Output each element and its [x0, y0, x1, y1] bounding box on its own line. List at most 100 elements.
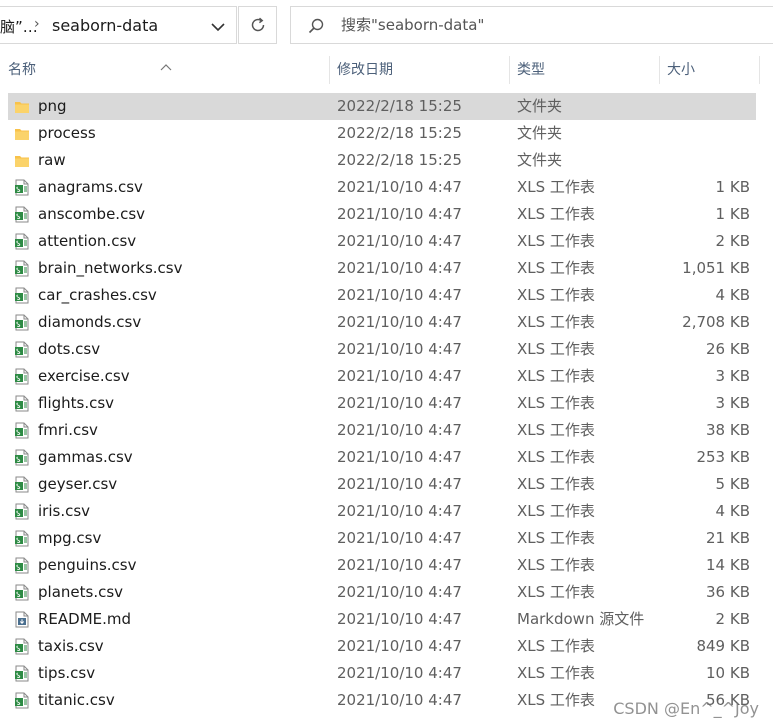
- file-row[interactable]: exercise.csv 2021/10/10 4:47 XLS 工作表 3 KB: [8, 363, 756, 390]
- file-row[interactable]: anscombe.csv 2021/10/10 4:47 XLS 工作表 1 KB: [8, 201, 756, 228]
- file-type: Markdown 源文件: [517, 610, 645, 628]
- file-name: geyser.csv: [38, 475, 118, 493]
- explorer-toolbar: 脑”… › seaborn-data: [0, 0, 773, 52]
- file-name: flights.csv: [38, 394, 115, 412]
- column-header-name[interactable]: 名称: [0, 52, 329, 88]
- file-name: tips.csv: [38, 664, 96, 682]
- file-modified-date: 2021/10/10 4:47: [337, 448, 462, 466]
- file-type: XLS 工作表: [517, 340, 595, 358]
- chevron-down-icon[interactable]: [210, 19, 226, 33]
- file-name: anagrams.csv: [38, 178, 143, 196]
- file-row[interactable]: raw 2022/2/18 15:25 文件夹: [8, 147, 756, 174]
- column-header-name-label: 名称: [8, 62, 36, 78]
- column-divider[interactable]: [759, 56, 760, 84]
- column-header-type[interactable]: 类型: [509, 52, 659, 88]
- refresh-button[interactable]: [238, 6, 277, 44]
- file-modified-date: 2021/10/10 4:47: [337, 664, 462, 682]
- csv-file-icon: [14, 692, 30, 709]
- csv-file-icon: [14, 665, 30, 682]
- file-size: 253 KB: [696, 448, 750, 466]
- file-size: 36 KB: [706, 583, 750, 601]
- file-size: 2 KB: [715, 610, 750, 628]
- file-row[interactable]: anagrams.csv 2021/10/10 4:47 XLS 工作表 1 KB: [8, 174, 756, 201]
- search-icon: [307, 17, 325, 35]
- search-input[interactable]: [341, 14, 741, 36]
- csv-file-icon: [14, 449, 30, 466]
- file-type: XLS 工作表: [517, 394, 595, 412]
- file-row[interactable]: planets.csv 2021/10/10 4:47 XLS 工作表 36 KB: [8, 579, 756, 606]
- csv-file-icon: [14, 422, 30, 439]
- file-name: fmri.csv: [38, 421, 98, 439]
- csv-file-icon: [14, 584, 30, 601]
- file-name: car_crashes.csv: [38, 286, 157, 304]
- file-size: 4 KB: [715, 502, 750, 520]
- file-row[interactable]: dots.csv 2021/10/10 4:47 XLS 工作表 26 KB: [8, 336, 756, 363]
- column-header-size-label: 大小: [667, 62, 695, 78]
- file-modified-date: 2022/2/18 15:25: [337, 151, 462, 169]
- file-row[interactable]: penguins.csv 2021/10/10 4:47 XLS 工作表 14 KB: [8, 552, 756, 579]
- csv-file-icon: [14, 368, 30, 385]
- file-type: 文件夹: [517, 151, 563, 169]
- csv-file-icon: [14, 530, 30, 547]
- file-row[interactable]: gammas.csv 2021/10/10 4:47 XLS 工作表 253 KB: [8, 444, 756, 471]
- breadcrumb-parent[interactable]: 脑”…: [0, 16, 38, 37]
- column-header-size[interactable]: 大小: [659, 52, 759, 88]
- search-box[interactable]: [290, 6, 773, 44]
- file-size: 3 KB: [715, 367, 750, 385]
- file-row[interactable]: flights.csv 2021/10/10 4:47 XLS 工作表 3 KB: [8, 390, 756, 417]
- file-row[interactable]: brain_networks.csv 2021/10/10 4:47 XLS 工作表…: [8, 255, 756, 282]
- file-name: raw: [38, 151, 66, 169]
- file-type: XLS 工作表: [517, 502, 595, 520]
- file-type: XLS 工作表: [517, 475, 595, 493]
- folder-icon: [14, 125, 30, 142]
- file-row[interactable]: README.md 2021/10/10 4:47 Markdown 源文件 2 KB: [8, 606, 756, 633]
- folder-icon: [14, 98, 30, 115]
- file-type: XLS 工作表: [517, 556, 595, 574]
- folder-icon: [14, 152, 30, 169]
- file-modified-date: 2021/10/10 4:47: [337, 610, 462, 628]
- file-size: 2,708 KB: [682, 313, 750, 331]
- file-type: XLS 工作表: [517, 691, 595, 709]
- file-row[interactable]: fmri.csv 2021/10/10 4:47 XLS 工作表 38 KB: [8, 417, 756, 444]
- file-type: XLS 工作表: [517, 286, 595, 304]
- file-type: XLS 工作表: [517, 448, 595, 466]
- file-modified-date: 2021/10/10 4:47: [337, 556, 462, 574]
- file-row[interactable]: process 2022/2/18 15:25 文件夹: [8, 120, 756, 147]
- file-modified-date: 2022/2/18 15:25: [337, 124, 462, 142]
- file-modified-date: 2022/2/18 15:25: [337, 97, 462, 115]
- address-bar[interactable]: 脑”… › seaborn-data: [0, 6, 237, 44]
- file-size: 1,051 KB: [682, 259, 750, 277]
- file-name: gammas.csv: [38, 448, 133, 466]
- column-header-date[interactable]: 修改日期: [329, 52, 509, 88]
- file-row[interactable]: car_crashes.csv 2021/10/10 4:47 XLS 工作表 4 K…: [8, 282, 756, 309]
- file-row[interactable]: attention.csv 2021/10/10 4:47 XLS 工作表 2 KB: [8, 228, 756, 255]
- file-modified-date: 2021/10/10 4:47: [337, 286, 462, 304]
- breadcrumb-current[interactable]: seaborn-data: [52, 16, 158, 35]
- file-row[interactable]: diamonds.csv 2021/10/10 4:47 XLS 工作表 2,708 …: [8, 309, 756, 336]
- file-type: XLS 工作表: [517, 637, 595, 655]
- file-row[interactable]: taxis.csv 2021/10/10 4:47 XLS 工作表 849 KB: [8, 633, 756, 660]
- csv-file-icon: [14, 503, 30, 520]
- file-type: XLS 工作表: [517, 529, 595, 547]
- file-size: 3 KB: [715, 394, 750, 412]
- file-modified-date: 2021/10/10 4:47: [337, 475, 462, 493]
- file-size: 849 KB: [696, 637, 750, 655]
- file-type: XLS 工作表: [517, 313, 595, 331]
- file-modified-date: 2021/10/10 4:47: [337, 205, 462, 223]
- file-row[interactable]: mpg.csv 2021/10/10 4:47 XLS 工作表 21 KB: [8, 525, 756, 552]
- csv-file-icon: [14, 260, 30, 277]
- file-name: process: [38, 124, 96, 142]
- file-type: XLS 工作表: [517, 205, 595, 223]
- file-modified-date: 2021/10/10 4:47: [337, 232, 462, 250]
- file-type: XLS 工作表: [517, 259, 595, 277]
- file-modified-date: 2021/10/10 4:47: [337, 529, 462, 547]
- file-row[interactable]: geyser.csv 2021/10/10 4:47 XLS 工作表 5 KB: [8, 471, 756, 498]
- file-name: mpg.csv: [38, 529, 102, 547]
- file-row[interactable]: iris.csv 2021/10/10 4:47 XLS 工作表 4 KB: [8, 498, 756, 525]
- file-size: 38 KB: [706, 421, 750, 439]
- breadcrumb-separator-icon[interactable]: ›: [34, 16, 40, 32]
- file-name: penguins.csv: [38, 556, 137, 574]
- file-row[interactable]: tips.csv 2021/10/10 4:47 XLS 工作表 10 KB: [8, 660, 756, 687]
- file-row[interactable]: png 2022/2/18 15:25 文件夹: [8, 93, 756, 120]
- file-modified-date: 2021/10/10 4:47: [337, 502, 462, 520]
